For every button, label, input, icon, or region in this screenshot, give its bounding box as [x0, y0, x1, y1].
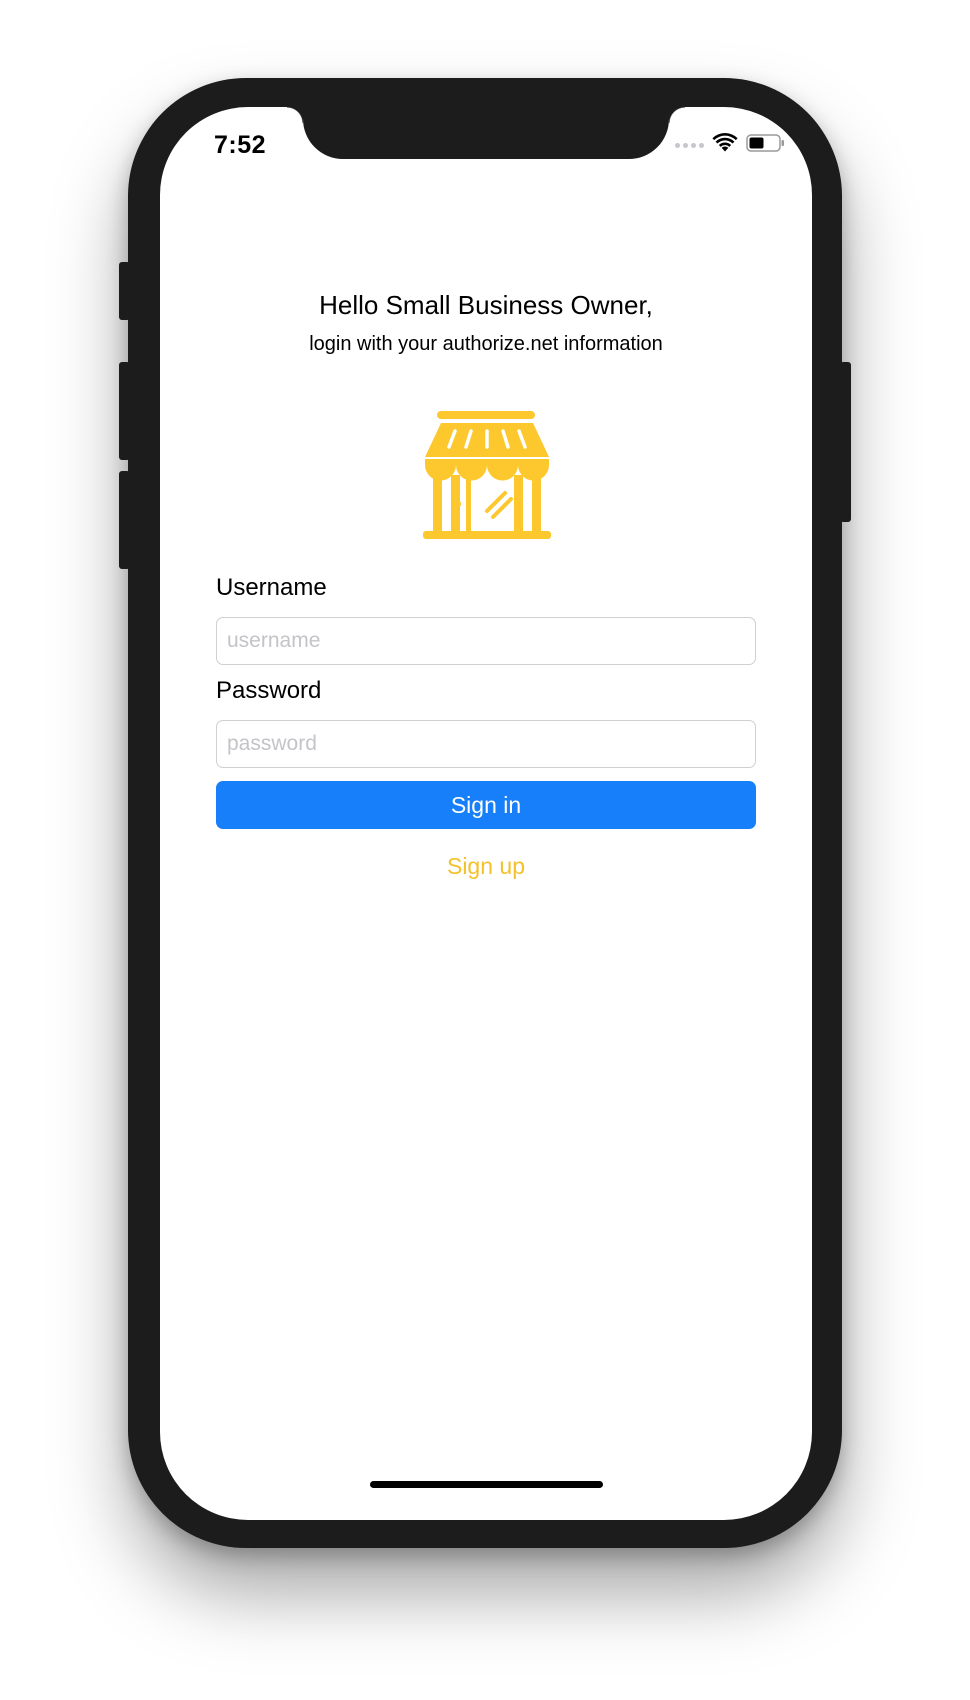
app-screen: 7:52 Hello Small Business Owner, login w… — [160, 107, 812, 1520]
sign-up-link[interactable]: Sign up — [160, 853, 812, 880]
home-indicator[interactable] — [370, 1481, 603, 1488]
status-time: 7:52 — [214, 131, 267, 159]
device-notch — [287, 107, 685, 159]
wifi-icon — [712, 133, 738, 152]
greeting-heading: Hello Small Business Owner, — [319, 290, 653, 320]
power-button — [840, 362, 851, 522]
volume-up-button — [119, 362, 130, 460]
username-input[interactable] — [216, 617, 756, 665]
signal-icon — [675, 142, 704, 148]
login-subtitle: login with your authorize.net informatio… — [309, 333, 663, 355]
volume-down-button — [119, 471, 130, 569]
sign-in-button[interactable]: Sign in — [216, 781, 756, 829]
mute-switch — [119, 262, 130, 320]
password-input[interactable] — [216, 720, 756, 768]
status-icons — [675, 133, 786, 153]
storefront-icon — [423, 411, 551, 539]
battery-icon — [746, 134, 784, 152]
username-label: Username — [216, 574, 327, 601]
password-label: Password — [216, 677, 322, 704]
